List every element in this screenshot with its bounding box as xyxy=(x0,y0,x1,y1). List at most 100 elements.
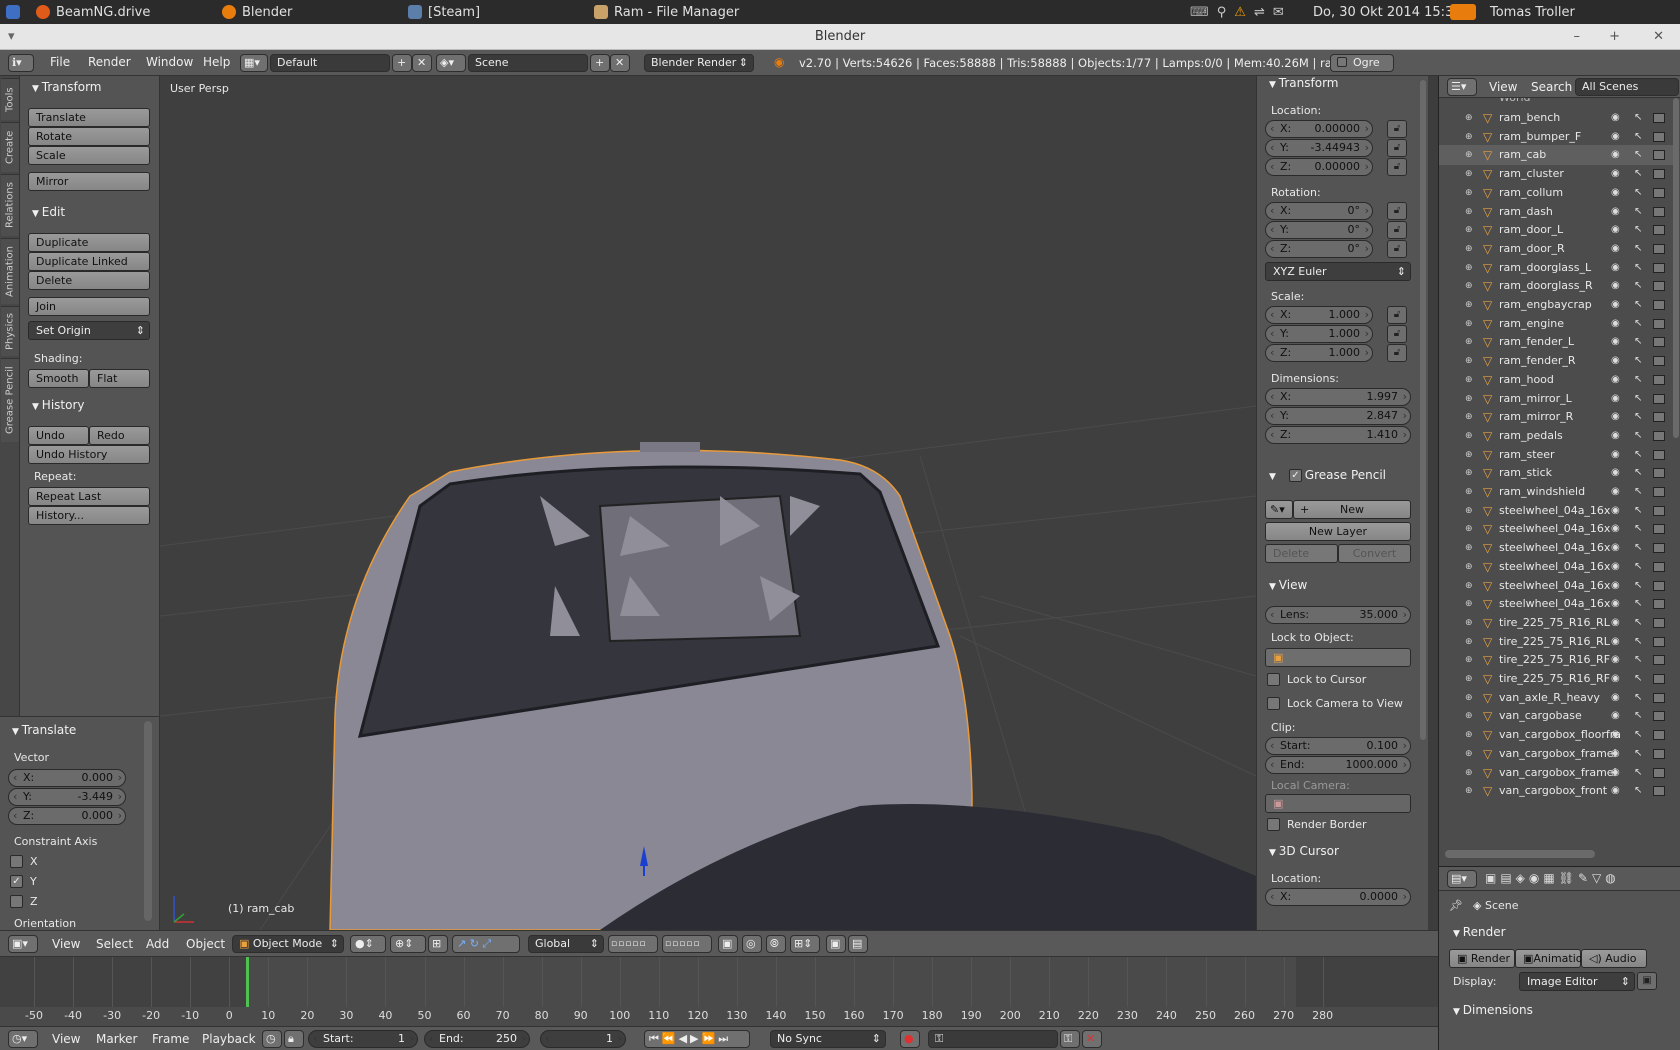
dimension-y-field[interactable]: Y: 2.847 xyxy=(1265,407,1411,425)
undo-history-button[interactable]: Undo History xyxy=(28,445,150,464)
rotate-button[interactable]: Rotate xyxy=(28,127,150,146)
expand-icon[interactable]: ⊕ xyxy=(1465,706,1473,726)
proportional-edit-icon[interactable]: ◎ xyxy=(742,935,762,953)
render-icon[interactable] xyxy=(1653,449,1665,460)
select-cursor-icon[interactable]: ↖ xyxy=(1634,183,1642,203)
render-icon[interactable] xyxy=(1653,655,1665,666)
animation-button[interactable]: ▣Animation xyxy=(1515,949,1590,968)
add-scene-icon[interactable]: + xyxy=(590,54,610,72)
outliner-row[interactable]: ⊕ ▽ van_cargobase ◉ ↖ xyxy=(1439,706,1673,726)
outliner-row[interactable]: ⊕ ▽ ram_bumper_F ◉ ↖ xyxy=(1439,127,1673,147)
outliner-menu-view[interactable]: View xyxy=(1489,80,1517,94)
select-cursor-icon[interactable]: ↖ xyxy=(1634,744,1642,764)
outliner-editor-icon[interactable]: ☰▾ xyxy=(1447,78,1477,96)
dimensions-panel-title[interactable]: Dimensions xyxy=(1453,1003,1533,1017)
task-steam[interactable]: [Steam] xyxy=(408,0,480,24)
3d-cursor-title[interactable]: 3D Cursor xyxy=(1269,844,1339,858)
outliner-row[interactable]: ⊕ ▽ ram_windshield ◉ ↖ xyxy=(1439,482,1673,502)
outliner-row[interactable]: ⊕ ▽ tire_225_75_R16_RL ◉ ↖ xyxy=(1439,613,1673,633)
insert-keyframe-icon[interactable]: ⚿ xyxy=(1060,1030,1080,1048)
playback-controls-icon[interactable]: ⏮⏪◀▶⏩⏭ xyxy=(644,1030,750,1048)
select-cursor-icon[interactable]: ↖ xyxy=(1634,127,1642,147)
translate-button[interactable]: Translate xyxy=(28,108,150,127)
select-cursor-icon[interactable]: ↖ xyxy=(1634,706,1642,726)
n-transform-title[interactable]: Transform xyxy=(1269,76,1339,90)
visibility-icon[interactable]: ◉ xyxy=(1611,744,1620,764)
outliner-row[interactable]: ⊕ ▽ steelwheel_04a_16x ◉ ↖ xyxy=(1439,594,1673,614)
lock-icon[interactable]: 🔓︎ xyxy=(1387,139,1407,157)
render-icon[interactable] xyxy=(1653,169,1665,180)
visibility-icon[interactable]: ◉ xyxy=(1611,145,1620,165)
visibility-icon[interactable]: ◉ xyxy=(1611,688,1620,708)
outliner-row[interactable]: ⊕ ▽ ram_pedals ◉ ↖ xyxy=(1439,426,1673,446)
transform-manipulators-icon[interactable]: ↗ ↻ ⤢ xyxy=(452,935,520,953)
search-icon[interactable]: ⚲ xyxy=(1217,5,1227,20)
window-menu-icon[interactable]: ▾ xyxy=(8,24,15,50)
expand-icon[interactable]: ⊕ xyxy=(1465,576,1473,596)
render-icon[interactable] xyxy=(1653,206,1665,217)
sync-select[interactable]: No Sync ⇕ xyxy=(770,1030,886,1048)
visibility-icon[interactable]: ◉ xyxy=(1611,445,1620,465)
select-cursor-icon[interactable]: ↖ xyxy=(1634,407,1642,427)
npanel-scrollbar[interactable] xyxy=(1420,80,1426,740)
visibility-icon[interactable]: ◉ xyxy=(1611,295,1620,315)
flat-button[interactable]: Flat xyxy=(89,369,150,388)
constraint-z-checkbox[interactable] xyxy=(10,895,23,908)
render-icon[interactable] xyxy=(1653,711,1665,722)
render-icon[interactable] xyxy=(1653,131,1665,142)
render-icon[interactable] xyxy=(1653,187,1665,198)
expand-icon[interactable]: ⊕ xyxy=(1465,725,1473,745)
tab-animation[interactable]: Animation xyxy=(1,238,19,304)
outliner-row[interactable]: ⊕ ▽ ram_engbaycrap ◉ ↖ xyxy=(1439,295,1673,315)
constraint-y-checkbox[interactable]: ✓ xyxy=(10,875,23,888)
render-icon[interactable] xyxy=(1653,393,1665,404)
frame-menu[interactable]: Frame xyxy=(152,1032,189,1046)
expand-icon[interactable]: ⊕ xyxy=(1465,276,1473,296)
pivot-select-icon[interactable]: ⊕⇕ xyxy=(390,935,426,953)
timeline[interactable]: -50 -40 -30 -20 -10 0 10 20 30 40 50 60 70 80 90 100 110… xyxy=(0,956,1438,1026)
select-cursor-icon[interactable]: ↖ xyxy=(1634,669,1642,689)
visibility-icon[interactable]: ◉ xyxy=(1611,389,1620,409)
render-icon[interactable] xyxy=(1653,599,1665,610)
render-icon[interactable] xyxy=(1653,674,1665,684)
expand-icon[interactable]: ⊕ xyxy=(1465,145,1473,165)
task-file-manager[interactable]: Ram - File Manager xyxy=(594,0,739,24)
ogre-button[interactable]: Ogre xyxy=(1330,54,1394,72)
location-y-field[interactable]: Y: -3.44943 xyxy=(1265,139,1373,157)
render-icon[interactable] xyxy=(1653,487,1665,497)
tab-physics[interactable]: Physics xyxy=(1,306,19,356)
select-cursor-icon[interactable]: ↖ xyxy=(1634,650,1642,670)
grease-new-button[interactable]: + New xyxy=(1293,500,1411,519)
outliner-row[interactable]: ⊕ ▽ ram_mirror_L ◉ ↖ xyxy=(1439,389,1673,409)
repeat-last-button[interactable]: Repeat Last xyxy=(28,487,150,506)
add-menu[interactable]: Add xyxy=(146,937,169,951)
convert-button[interactable]: Convert xyxy=(1338,544,1411,563)
remove-layout-icon[interactable]: ✕ xyxy=(412,54,432,72)
end-frame-field[interactable]: End: 250 xyxy=(424,1030,530,1048)
render-icon[interactable] xyxy=(1653,505,1665,516)
expand-icon[interactable]: ⊕ xyxy=(1465,351,1473,371)
lock-object-field[interactable]: ▣ xyxy=(1265,648,1411,667)
select-cursor-icon[interactable]: ↖ xyxy=(1634,613,1642,633)
outliner-row[interactable]: ⊕ ▽ van_cargobox_framel ◉ ↖ xyxy=(1439,763,1673,783)
timeline-view-menu[interactable]: View xyxy=(52,1032,80,1046)
object-menu[interactable]: Object xyxy=(186,937,225,951)
select-cursor-icon[interactable]: ↖ xyxy=(1634,351,1642,371)
visibility-icon[interactable]: ◉ xyxy=(1611,314,1620,334)
outliner-row[interactable]: ⊕ ▽ tire_225_75_R16_RL ◉ ↖ xyxy=(1439,632,1673,652)
maximize-icon[interactable]: + xyxy=(1609,24,1620,50)
select-menu[interactable]: Select xyxy=(96,937,133,951)
scale-y-field[interactable]: Y: 1.000 xyxy=(1265,325,1373,343)
render-icon[interactable] xyxy=(1653,748,1665,759)
select-cursor-icon[interactable]: ↖ xyxy=(1634,501,1642,521)
render-icon[interactable] xyxy=(1653,318,1665,329)
visibility-icon[interactable]: ◉ xyxy=(1611,781,1620,801)
outliner-row[interactable]: ⊕ ▽ ram_hood ◉ ↖ xyxy=(1439,370,1673,390)
select-cursor-icon[interactable]: ↖ xyxy=(1634,258,1642,278)
visibility-icon[interactable]: ◉ xyxy=(1611,538,1620,558)
operator-scrollbar[interactable] xyxy=(144,721,152,921)
render-icon[interactable] xyxy=(1653,617,1665,628)
expand-icon[interactable]: ⊕ xyxy=(1465,632,1473,652)
render-icon[interactable] xyxy=(1653,412,1665,423)
expand-icon[interactable]: ⊕ xyxy=(1465,613,1473,633)
